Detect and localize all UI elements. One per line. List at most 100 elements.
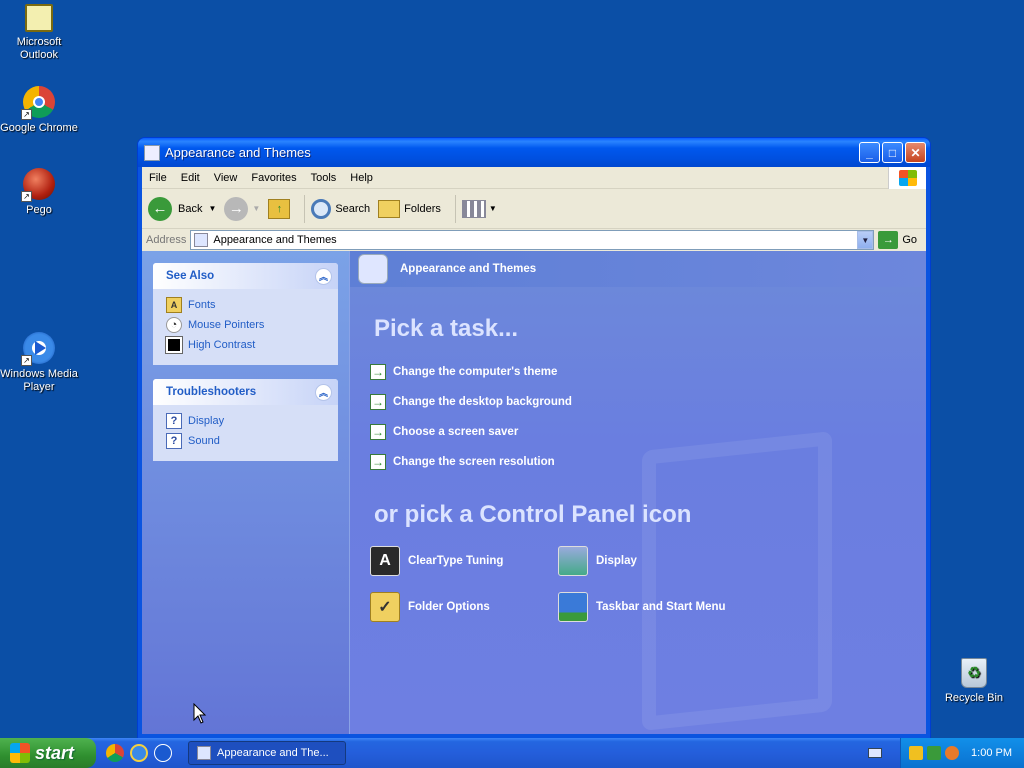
explorer-window: Appearance and Themes _ □ ✕ File Edit Vi… bbox=[138, 138, 930, 738]
link-high-contrast[interactable]: High Contrast bbox=[165, 335, 325, 355]
maximize-icon: □ bbox=[888, 145, 897, 160]
views-button[interactable]: ▼ bbox=[461, 199, 497, 218]
collapse-icon[interactable]: ︽ bbox=[315, 383, 332, 401]
minimize-icon: _ bbox=[866, 145, 873, 160]
go-arrow-icon: → bbox=[878, 231, 899, 249]
task-arrow-icon: → bbox=[370, 424, 386, 440]
cleartype-icon: A bbox=[370, 546, 400, 576]
start-button[interactable]: start bbox=[0, 738, 96, 768]
maximize-button[interactable]: □ bbox=[882, 142, 903, 163]
cp-label: ClearType Tuning bbox=[408, 555, 504, 567]
troubleshooters-header[interactable]: Troubleshooters ︽ bbox=[153, 379, 338, 405]
task-label: Change the screen resolution bbox=[393, 456, 555, 468]
pick-task-heading: Pick a task... bbox=[374, 315, 519, 342]
chevron-down-icon[interactable]: ▼ bbox=[208, 204, 216, 213]
start-label: start bbox=[35, 742, 75, 763]
cp-display[interactable]: Display bbox=[558, 545, 758, 577]
title-bar[interactable]: Appearance and Themes _ □ ✕ bbox=[138, 138, 930, 167]
desktop-icon-label: Microsoft Outlook bbox=[16, 36, 62, 61]
chevron-down-icon: ▼ bbox=[488, 204, 497, 213]
outlook-icon bbox=[25, 4, 53, 32]
desktop-icon-media-player[interactable]: ↗ Windows Media Player bbox=[0, 332, 78, 394]
link-mouse-pointers[interactable]: ◔ Mouse Pointers bbox=[166, 315, 325, 335]
shortcut-arrow-icon: ↗ bbox=[21, 355, 32, 366]
media-player-icon[interactable] bbox=[154, 744, 172, 762]
address-bar: Address Appearance and Themes ▼ → Go bbox=[142, 229, 926, 251]
internet-explorer-icon[interactable] bbox=[130, 744, 148, 762]
control-panel-icon bbox=[194, 233, 209, 247]
search-tray-icon[interactable] bbox=[945, 746, 959, 760]
desktop-icon-chrome[interactable]: ↗ Google Chrome bbox=[0, 86, 78, 135]
link-sound-troubleshooter[interactable]: ? Sound bbox=[166, 431, 325, 451]
chrome-icon: ↗ bbox=[21, 86, 55, 120]
taskbar-window-button[interactable]: Appearance and The... bbox=[188, 741, 346, 765]
task-change-theme[interactable]: → Change the computer's theme bbox=[370, 357, 572, 387]
chrome-icon[interactable] bbox=[106, 744, 124, 762]
help-icon: ? bbox=[166, 413, 182, 429]
chevron-down-icon[interactable]: ▼ bbox=[252, 204, 260, 213]
folders-icon bbox=[378, 199, 401, 218]
taskbar: start Appearance and The... 1:00 PM bbox=[0, 738, 1024, 768]
address-dropdown-button[interactable]: ▼ bbox=[857, 231, 874, 249]
up-folder-icon: ↑ bbox=[268, 198, 291, 219]
menu-tools[interactable]: Tools bbox=[304, 172, 344, 184]
control-panel-icon bbox=[197, 746, 211, 760]
cp-folder-options[interactable]: ✓ Folder Options bbox=[370, 591, 558, 623]
folders-button[interactable]: Folders bbox=[378, 199, 441, 218]
menu-file[interactable]: File bbox=[142, 172, 174, 184]
desktop-icon-recycle-bin[interactable]: ♻ Recycle Bin bbox=[935, 658, 1013, 705]
task-label: Choose a screen saver bbox=[393, 426, 519, 438]
desktop-icon-label: Windows Media Player bbox=[0, 368, 78, 393]
pick-icon-heading: or pick a Control Panel icon bbox=[374, 501, 692, 528]
minimize-button[interactable]: _ bbox=[859, 142, 880, 163]
search-button[interactable]: Search bbox=[311, 198, 370, 219]
close-button[interactable]: ✕ bbox=[905, 142, 926, 163]
security-shield-icon[interactable] bbox=[909, 746, 923, 760]
back-button[interactable]: ← Back ▼ bbox=[148, 196, 216, 221]
high-contrast-icon bbox=[165, 336, 183, 354]
address-label: Address bbox=[146, 234, 187, 246]
menu-help[interactable]: Help bbox=[343, 172, 380, 184]
pego-icon: ↗ bbox=[21, 168, 55, 202]
link-fonts[interactable]: A Fonts bbox=[166, 295, 325, 315]
link-label: Fonts bbox=[188, 299, 216, 311]
menu-view[interactable]: View bbox=[207, 172, 245, 184]
task-change-background[interactable]: → Change the desktop background bbox=[370, 387, 572, 417]
category-header: Appearance and Themes bbox=[350, 251, 926, 287]
folder-options-icon: ✓ bbox=[370, 592, 400, 622]
go-button[interactable]: → Go bbox=[878, 231, 917, 249]
taskbar-window-label: Appearance and The... bbox=[217, 747, 329, 759]
control-panel-icon bbox=[144, 144, 160, 161]
menu-edit[interactable]: Edit bbox=[174, 172, 207, 184]
link-label: Sound bbox=[188, 435, 220, 447]
keyboard-icon[interactable] bbox=[868, 748, 882, 758]
address-field[interactable]: Appearance and Themes ▼ bbox=[190, 230, 875, 250]
task-screen-saver[interactable]: → Choose a screen saver bbox=[370, 417, 572, 447]
desktop-icon-outlook[interactable]: Microsoft Outlook bbox=[0, 4, 78, 62]
toolbar-separator bbox=[454, 194, 456, 223]
link-display-troubleshooter[interactable]: ? Display bbox=[166, 411, 325, 431]
desktop-icon-label: Pego bbox=[26, 204, 52, 216]
windows-logo-icon bbox=[888, 166, 926, 189]
back-label: Back bbox=[178, 202, 203, 215]
cp-cleartype-tuning[interactable]: A ClearType Tuning bbox=[370, 545, 558, 577]
task-arrow-icon: → bbox=[370, 394, 386, 410]
up-folder-button[interactable]: ↑ bbox=[268, 198, 291, 219]
go-label: Go bbox=[902, 234, 918, 246]
link-label: Display bbox=[188, 415, 225, 427]
collapse-icon[interactable]: ︽ bbox=[315, 267, 332, 285]
see-also-header[interactable]: See Also ︽ bbox=[153, 263, 338, 289]
search-icon bbox=[311, 198, 332, 219]
shortcut-arrow-icon: ↗ bbox=[21, 191, 32, 202]
cp-taskbar-start-menu[interactable]: Taskbar and Start Menu bbox=[558, 591, 758, 623]
task-screen-resolution[interactable]: → Change the screen resolution bbox=[370, 447, 572, 477]
help-icon: ? bbox=[166, 433, 182, 449]
forward-button[interactable]: → ▼ bbox=[224, 196, 260, 221]
cp-label: Display bbox=[596, 555, 637, 567]
menu-favorites[interactable]: Favorites bbox=[244, 172, 303, 184]
desktop-icon-label: Google Chrome bbox=[0, 122, 78, 134]
clock[interactable]: 1:00 PM bbox=[971, 747, 1012, 759]
troubleshooters-title: Troubleshooters bbox=[166, 386, 257, 398]
network-icon[interactable] bbox=[927, 746, 941, 760]
desktop-icon-pego[interactable]: ↗ Pego bbox=[0, 168, 78, 217]
